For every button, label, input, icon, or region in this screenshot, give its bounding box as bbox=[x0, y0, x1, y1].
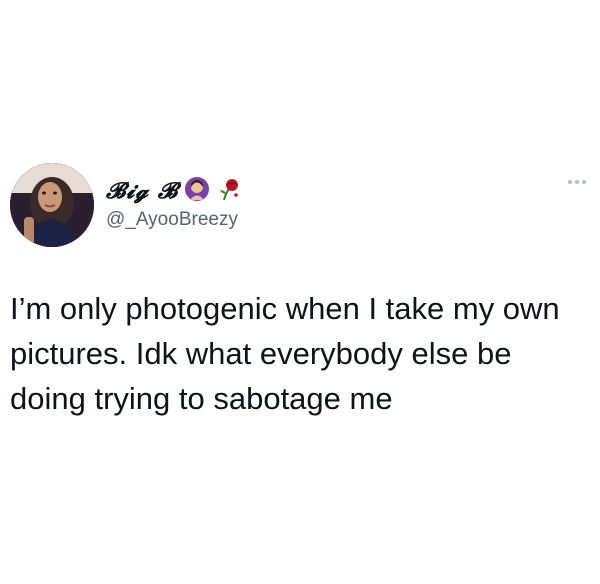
tweet-card: 𝓑𝓲𝓰 𝓑 @_AyooBreezy I’m only photogenic w… bbox=[0, 0, 600, 584]
avatar[interactable] bbox=[10, 163, 94, 247]
wilted-rose-icon bbox=[216, 176, 242, 207]
more-dot bbox=[582, 180, 586, 184]
user-handle[interactable]: @_AyooBreezy bbox=[106, 209, 540, 231]
name-row: 𝓑𝓲𝓰 𝓑 bbox=[106, 176, 540, 206]
woman-emoji-icon bbox=[184, 176, 210, 207]
tweet-text: I’m only photogenic when I take my own p… bbox=[10, 291, 560, 416]
tweet-header: 𝓑𝓲𝓰 𝓑 @_AyooBreezy bbox=[106, 176, 540, 231]
more-dot bbox=[575, 180, 579, 184]
more-dot bbox=[568, 180, 572, 184]
display-name[interactable]: 𝓑𝓲𝓰 𝓑 bbox=[106, 178, 178, 204]
more-options-icon[interactable] bbox=[568, 180, 586, 184]
